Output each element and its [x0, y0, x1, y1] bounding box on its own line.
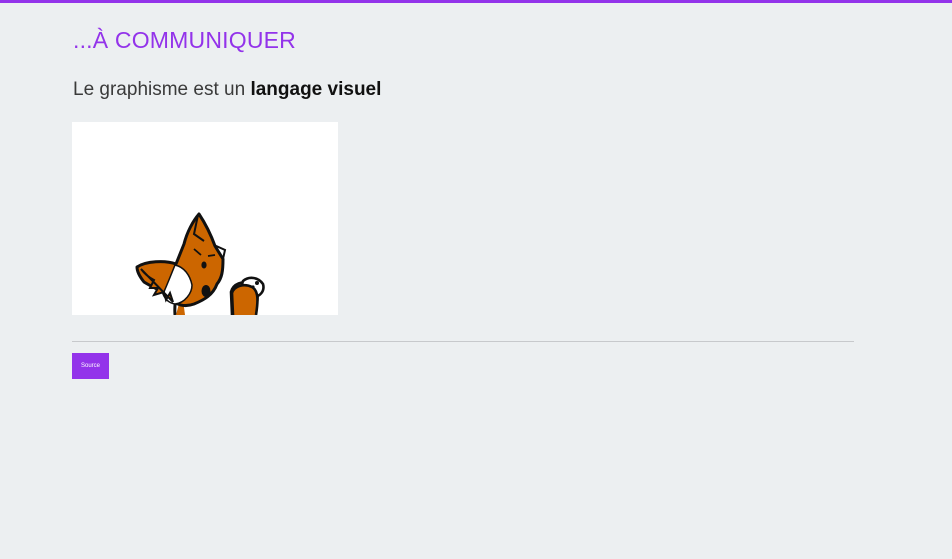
source-button[interactable]: Source — [72, 353, 109, 379]
fox-icon — [72, 122, 338, 315]
lead-emphasis: langage visuel — [250, 79, 382, 100]
divider — [72, 341, 854, 342]
section-title: ...À COMMUNIQUER — [73, 27, 296, 53]
lead-prefix: Le graphisme est un — [73, 79, 251, 100]
fox-illustration — [72, 122, 338, 315]
lead-text: Le graphisme est un langage visuel — [73, 79, 381, 101]
